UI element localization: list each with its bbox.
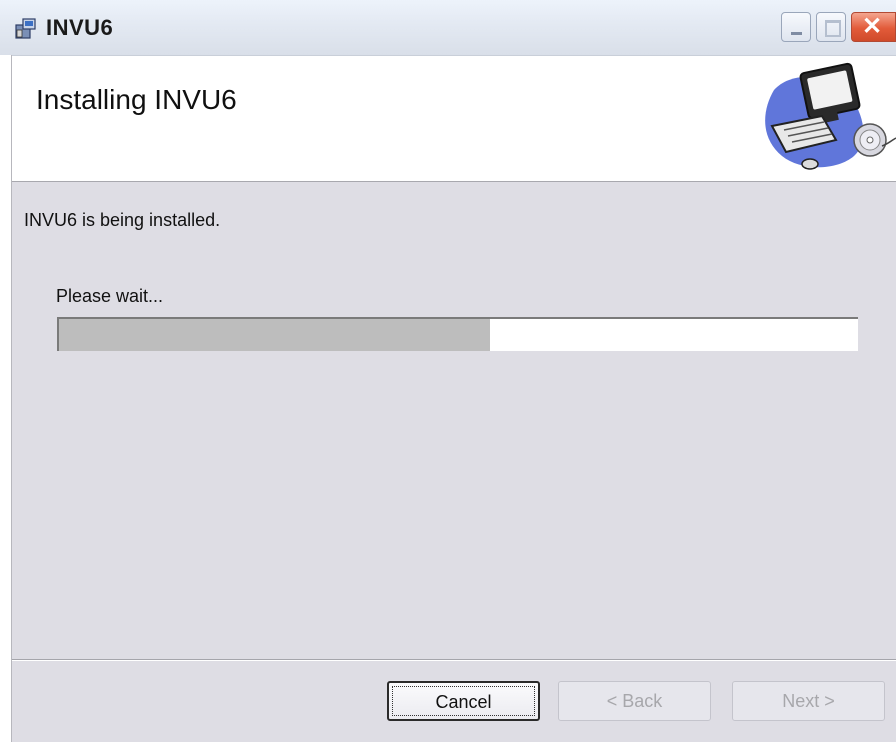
window-title: INVU6: [46, 15, 114, 40]
installer-window: INVU6 ✕ Installing INVU6 INVU6 is being …: [0, 0, 896, 742]
back-button[interactable]: < Back: [558, 681, 711, 721]
close-icon: ✕: [862, 13, 883, 40]
next-button-label: Next >: [782, 691, 835, 711]
title-bar[interactable]: INVU6 ✕: [0, 0, 896, 56]
minimize-button[interactable]: [781, 12, 811, 42]
close-button[interactable]: ✕: [851, 12, 896, 42]
next-button[interactable]: Next >: [732, 681, 885, 721]
installer-package-icon: [15, 18, 36, 39]
back-button-label: < Back: [606, 691, 663, 711]
maximize-button[interactable]: [816, 12, 846, 42]
progress-bar: [57, 317, 858, 351]
maximize-icon: [825, 20, 841, 37]
progress-fill: [59, 319, 491, 351]
status-message: INVU6 is being installed.: [24, 210, 221, 230]
computer-with-cd-icon: [765, 62, 896, 170]
header-banner: Installing INVU6: [12, 56, 896, 182]
footer-divider: [12, 659, 896, 661]
minimize-icon: [791, 32, 802, 35]
progress-label: Please wait...: [56, 286, 164, 306]
cancel-button-label: Cancel: [435, 692, 492, 712]
page-title: Installing INVU6: [36, 84, 237, 115]
cancel-button[interactable]: Cancel: [387, 681, 540, 721]
